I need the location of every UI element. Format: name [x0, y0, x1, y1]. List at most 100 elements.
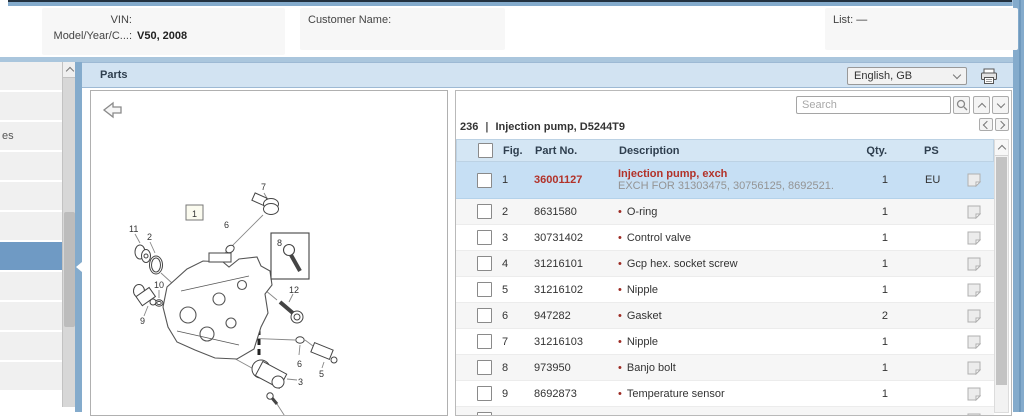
col-ps: PS	[887, 145, 953, 157]
row-checkbox[interactable]	[477, 412, 492, 416]
list-label: List:	[833, 14, 853, 26]
note-icon[interactable]	[967, 413, 981, 416]
sidebar-item[interactable]	[0, 182, 62, 212]
fig-value: 8	[492, 362, 534, 374]
table-row[interactable]: 4 31216101 Gcp hex. socket screw 1	[456, 251, 994, 277]
row-checkbox[interactable]	[477, 308, 492, 323]
vin-model-box: VIN: Model/Year/C...: V50, 2008	[42, 8, 285, 55]
chevron-down-icon	[996, 100, 1004, 108]
part-number: 31216103	[534, 336, 614, 348]
row-checkbox[interactable]	[477, 256, 492, 271]
language-select[interactable]: English, GB	[847, 67, 967, 85]
vin-label: VIN:	[50, 14, 132, 26]
print-button[interactable]	[979, 66, 999, 86]
callout-3: 3	[298, 377, 303, 387]
table-row[interactable]: 5 31216102 Nipple 1	[456, 277, 994, 303]
qty-value: 1	[846, 174, 888, 186]
callout-10: 10	[154, 280, 164, 290]
qty-value: 1	[846, 336, 888, 348]
table-row[interactable]: 8 973950 Banjo bolt 1	[456, 355, 994, 381]
select-all-checkbox[interactable]	[478, 143, 493, 158]
fig-value: 9	[492, 388, 534, 400]
note-icon[interactable]	[967, 309, 981, 323]
part-number: 31216102	[534, 284, 614, 296]
next-page-button[interactable]	[995, 118, 1009, 131]
table-row[interactable]: 2 8631580 O-ring 1	[456, 199, 994, 225]
table-row[interactable]: 9 8692873 Temperature sensor 1	[456, 381, 994, 407]
sidebar-item-selected[interactable]	[0, 242, 62, 272]
note-icon[interactable]	[967, 283, 981, 297]
language-select-value: English, GB	[854, 70, 912, 82]
table-row[interactable]: 3 30731402 Control valve 1	[456, 225, 994, 251]
table-row[interactable]: 7 31216103 Nipple 1	[456, 329, 994, 355]
note-icon[interactable]	[967, 205, 981, 219]
row-checkbox[interactable]	[477, 282, 492, 297]
search-input[interactable]	[796, 96, 951, 114]
sidebar-item[interactable]	[0, 332, 62, 362]
sidebar-item[interactable]	[0, 92, 62, 122]
table-scrollbar[interactable]	[994, 139, 1009, 413]
sidebar-item[interactable]	[0, 302, 62, 332]
table-scroll-up-button[interactable]	[995, 140, 1008, 156]
part-number: 947282	[534, 310, 614, 322]
note-icon[interactable]	[967, 173, 981, 187]
row-checkbox[interactable]	[477, 204, 492, 219]
note-icon[interactable]	[967, 231, 981, 245]
part-description: Injection pump, exch	[618, 168, 727, 180]
sidebar-item[interactable]	[0, 62, 62, 92]
qty-value: 1	[846, 284, 888, 296]
section-name: Injection pump, D5244T9	[495, 121, 625, 133]
search-next-button[interactable]	[992, 96, 1009, 114]
row-checkbox[interactable]	[477, 230, 492, 245]
back-arrow-icon[interactable]	[101, 100, 123, 120]
content-area: Parts English, GB	[82, 62, 1013, 412]
callout-6: 6	[224, 220, 229, 230]
row-checkbox[interactable]	[477, 360, 492, 375]
fig-value: 3	[492, 232, 534, 244]
search-icon	[956, 99, 968, 111]
row-checkbox[interactable]	[477, 334, 492, 349]
vin-value	[137, 14, 277, 26]
callout-5: 5	[319, 369, 324, 379]
row-checkbox[interactable]	[477, 386, 492, 401]
list-value: —	[856, 14, 867, 26]
panel-splitter[interactable]	[75, 62, 82, 412]
table-row[interactable]: 1 36001127 Injection pump, exchEXCH FOR …	[456, 162, 994, 199]
sidebar-item[interactable]: es	[0, 122, 62, 152]
sidebar-item-label: es	[2, 130, 14, 142]
note-icon[interactable]	[967, 335, 981, 349]
chevron-up-icon	[997, 145, 1005, 153]
part-description: Banjo bolt	[618, 362, 676, 374]
printer-icon	[980, 68, 998, 85]
parts-diagram-panel: 7 6 1 8 11 2 10 9 12 6 5 3	[90, 90, 448, 416]
sidebar-item[interactable]	[0, 152, 62, 182]
row-checkbox[interactable]	[477, 173, 492, 188]
sidebar-item[interactable]	[0, 362, 62, 392]
sidebar-nav: es	[0, 62, 62, 407]
table-row[interactable]: 6 947282 Gasket 2	[456, 303, 994, 329]
part-description: O-ring	[618, 206, 657, 218]
search-button[interactable]	[953, 96, 970, 114]
table-scroll-thumb[interactable]	[996, 157, 1007, 385]
qty-value: 1	[846, 258, 888, 270]
table-header-row: Fig. Part No. Description Qty. PS	[456, 139, 994, 162]
fig-value: 4	[492, 258, 534, 270]
note-icon[interactable]	[967, 361, 981, 375]
parts-list-panel: 236|Injection pump, D5244T9 Fig. Part No…	[455, 90, 1012, 416]
part-number-link[interactable]: 36001127	[534, 174, 614, 186]
note-icon[interactable]	[967, 257, 981, 271]
callout-1-boxed: 1	[192, 209, 197, 219]
tab-parts[interactable]: Parts	[82, 69, 128, 81]
sidebar-item[interactable]	[0, 212, 62, 242]
search-prev-button[interactable]	[973, 96, 990, 114]
sidebar-scroll-thumb[interactable]	[64, 212, 75, 327]
chevron-up-icon	[977, 102, 985, 110]
sidebar-item[interactable]	[0, 272, 62, 302]
sidebar-scrollbar[interactable]	[62, 62, 76, 407]
note-icon[interactable]	[967, 387, 981, 401]
callout-8: 8	[277, 238, 282, 248]
prev-page-button[interactable]	[979, 118, 993, 131]
model-label: Model/Year/C...:	[50, 30, 132, 42]
callout-6b: 6	[297, 359, 302, 369]
part-description: Nipple	[618, 336, 658, 348]
